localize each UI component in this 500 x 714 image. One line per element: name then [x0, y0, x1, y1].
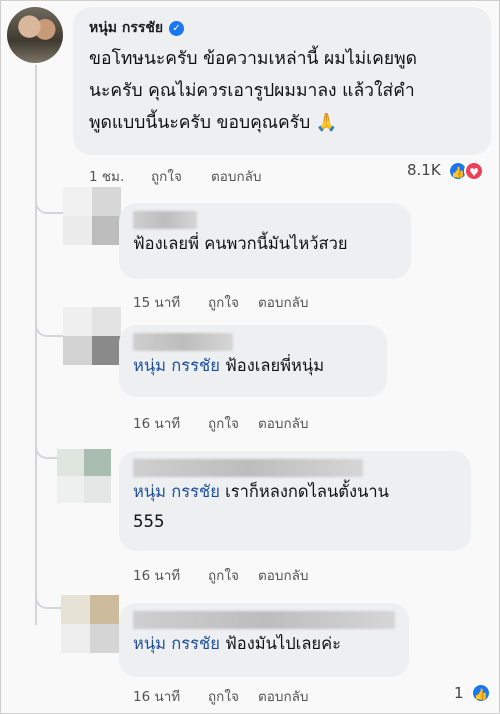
reply-bubble: หนุ่ม กรรชัย เราก็หลงกดไลนตั้งนาน 555 — [119, 451, 471, 551]
like-button[interactable]: ถูกใจ — [208, 685, 258, 707]
reply-bubble: ฟ้องเลยพี่ คนพวกนี้มันไหว้สวย — [119, 203, 411, 279]
reply-button[interactable]: ตอบกลับ — [211, 165, 261, 187]
main-comment-bubble: หนุ่ม กรรชัย ✓ ขอโทษนะครับ ข้อความเหล่าน… — [73, 7, 491, 155]
reply-text: หนุ่ม กรรชัย ฟ้องมันไปเลยค่ะ — [133, 629, 395, 659]
blurred-author-name — [133, 459, 363, 477]
reply-meta: 16 นาที ถูกใจ ตอบกลับ — [133, 412, 308, 434]
mention-tag[interactable]: หนุ่ม กรรชัย — [133, 634, 220, 653]
comment-text-line: นะครับ คุณไม่ควรเอารูปผมมาลง แล้วใส่คำ — [89, 81, 415, 101]
reply-button[interactable]: ตอบกลับ — [258, 412, 308, 434]
reply-text: ฟ้องเลยพี่ คนพวกนี้มันไหว้สวย — [133, 234, 348, 253]
reply-time[interactable]: 15 นาที — [133, 291, 208, 313]
blurred-author-name — [133, 611, 395, 629]
avatar[interactable] — [63, 307, 121, 365]
avatar[interactable] — [61, 595, 119, 653]
reply-time[interactable]: 16 นาที — [133, 564, 208, 586]
verified-badge-icon: ✓ — [169, 20, 185, 36]
like-button[interactable]: ถูกใจ — [151, 165, 211, 187]
reply-time[interactable]: 16 นาที — [133, 412, 208, 434]
avatar[interactable] — [63, 187, 121, 245]
reply-body: เราก็หลงกดไลนตั้งนาน — [225, 482, 389, 501]
like-icon: 👍 — [471, 683, 491, 703]
reply-body: ฟ้องมันไปเลยค่ะ — [225, 634, 342, 653]
comment-text-line: ขอโทษนะครับ ข้อความเหล่านี้ ผมไม่เคยพูด — [89, 49, 418, 69]
blurred-author-name — [133, 333, 233, 351]
reply-bubble: หนุ่ม กรรชัย ฟ้องมันไปเลยค่ะ — [119, 603, 409, 677]
reply-meta: 15 นาที ถูกใจ ตอบกลับ — [133, 291, 308, 313]
reply-button[interactable]: ตอบกลับ — [258, 685, 308, 707]
thread-elbow — [35, 319, 65, 337]
comment-text-line: พูดแบบนี้นะครับ ขอบคุณครับ 🙏 — [89, 113, 338, 133]
reply-button[interactable]: ตอบกลับ — [258, 564, 308, 586]
reply-text: หนุ่ม กรรชัย เราก็หลงกดไลนตั้งนาน — [133, 477, 457, 507]
comment-thread: หนุ่ม กรรชัย ✓ ขอโทษนะครับ ข้อความเหล่าน… — [0, 0, 500, 714]
reaction-count[interactable]: 8.1K — [407, 161, 441, 179]
comment-time[interactable]: 1 ชม. — [89, 165, 151, 187]
reply-text: หนุ่ม กรรชัย ฟ้องเลยพี่หนุ่ม — [133, 351, 373, 381]
reply-text-line2: 555 — [133, 512, 165, 531]
reply-button[interactable]: ตอบกลับ — [258, 291, 308, 313]
thread-elbow — [35, 196, 65, 214]
thread-line — [35, 65, 37, 625]
like-button[interactable]: ถูกใจ — [208, 412, 258, 434]
avatar[interactable] — [57, 449, 111, 503]
blurred-author-name — [133, 211, 197, 229]
mention-tag[interactable]: หนุ่ม กรรชัย — [133, 482, 220, 501]
comment-text: ขอโทษนะครับ ข้อความเหล่านี้ ผมไม่เคยพูด … — [89, 43, 475, 139]
reply-time[interactable]: 16 นาที — [133, 685, 208, 707]
comment-author[interactable]: หนุ่ม กรรชัย — [89, 17, 163, 39]
like-button[interactable]: ถูกใจ — [208, 291, 258, 313]
reply-bubble: หนุ่ม กรรชัย ฟ้องเลยพี่หนุ่ม — [119, 325, 387, 397]
reply-meta: 16 นาที ถูกใจ ตอบกลับ — [133, 564, 308, 586]
reaction-count[interactable]: 1 — [454, 684, 464, 702]
reply-body: ฟ้องเลยพี่หนุ่ม — [225, 356, 325, 375]
avatar[interactable] — [7, 7, 63, 63]
comment-meta: 1 ชม. ถูกใจ ตอบกลับ — [89, 165, 261, 187]
reply-meta: 16 นาที ถูกใจ ตอบกลับ — [133, 685, 308, 707]
mention-tag[interactable]: หนุ่ม กรรชัย — [133, 356, 220, 375]
love-icon: ♥ — [464, 161, 484, 181]
like-button[interactable]: ถูกใจ — [208, 564, 258, 586]
